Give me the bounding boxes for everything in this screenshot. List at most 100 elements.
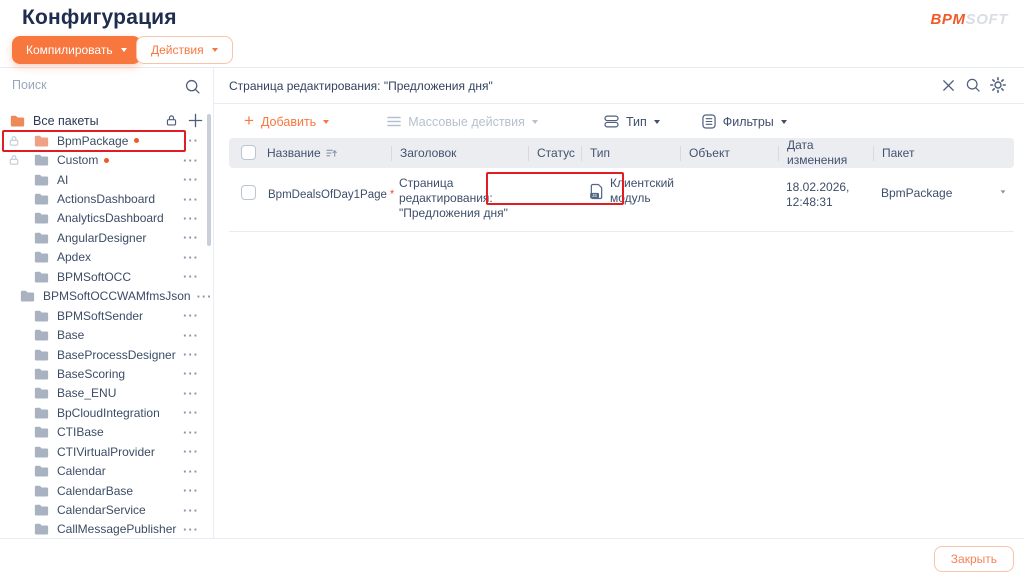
column-title[interactable]: Заголовок xyxy=(391,145,528,161)
package-row[interactable]: AnalyticsDashboard xyxy=(0,209,213,228)
package-row[interactable]: BPMSoftOCC xyxy=(0,267,213,286)
install-package-icon[interactable] xyxy=(165,114,178,127)
clear-filter-icon[interactable] xyxy=(941,77,956,93)
package-row[interactable]: CTIBase xyxy=(0,423,213,442)
package-row[interactable]: Custom xyxy=(0,150,213,169)
sidebar-scrollbar[interactable] xyxy=(207,114,211,246)
package-name: AngularDesigner xyxy=(57,230,147,245)
toolbar: + Добавить Массовые действия Тип Фильтры xyxy=(214,105,1024,138)
add-button[interactable]: + Добавить xyxy=(238,112,335,130)
package-name: BPMSoftOCCWAMfmsJson xyxy=(43,289,191,304)
type-filter-button[interactable]: Тип xyxy=(598,114,666,130)
folder-icon xyxy=(34,523,49,536)
column-modified-date[interactable]: Дата изменения xyxy=(778,138,873,167)
filters-button[interactable]: Фильтры xyxy=(696,113,793,130)
table-row[interactable]: BpmDealsOfDay1Page * Страница редактирова… xyxy=(229,168,1014,232)
package-menu-button[interactable] xyxy=(177,425,213,440)
package-menu-button[interactable] xyxy=(177,328,213,343)
package-menu-button[interactable] xyxy=(177,503,213,518)
package-menu-button[interactable] xyxy=(177,308,213,323)
package-row[interactable]: AI xyxy=(0,170,213,189)
package-row[interactable]: Calendar xyxy=(0,461,213,480)
cell-modified-date: 18.02.2026, 12:48:31 xyxy=(786,180,850,209)
folder-icon xyxy=(34,465,49,477)
column-package-label: Пакет xyxy=(882,145,915,160)
column-name-label: Название xyxy=(267,145,321,160)
actions-button-label: Действия xyxy=(151,43,204,57)
package-name: Custom xyxy=(57,153,99,168)
package-name: ActionsDashboard xyxy=(57,192,156,207)
packages-sidebar: Все пакеты BpmPackage Custom xyxy=(0,68,214,538)
package-menu-button[interactable] xyxy=(191,289,213,304)
cell-name[interactable]: BpmDealsOfDay1Page * xyxy=(259,176,394,202)
package-row[interactable]: BpmPackage xyxy=(0,131,213,150)
package-name: CalendarService xyxy=(57,503,146,518)
column-status-label: Статус xyxy=(537,145,575,160)
package-name: Calendar xyxy=(57,464,106,479)
actions-button[interactable]: Действия xyxy=(136,36,233,64)
package-row[interactable]: CalendarBase xyxy=(0,481,213,500)
modified-dot xyxy=(104,157,110,163)
type-value: Клиентский модуль xyxy=(610,176,675,205)
search-icon[interactable] xyxy=(965,77,981,93)
package-row[interactable]: CalendarService xyxy=(0,500,213,519)
package-menu-button[interactable] xyxy=(177,444,213,459)
package-name: BPMSoftOCC xyxy=(57,269,132,284)
package-name: BaseScoring xyxy=(57,366,126,381)
package-name: BaseProcessDesigner xyxy=(57,347,176,362)
package-menu-button[interactable] xyxy=(177,483,213,498)
row-checkbox[interactable] xyxy=(241,185,256,200)
svg-text:JS: JS xyxy=(592,193,597,198)
package-menu-button[interactable] xyxy=(177,250,213,265)
bulk-actions-label: Массовые действия xyxy=(408,114,525,129)
compile-button-label: Компилировать xyxy=(26,43,113,57)
gear-icon[interactable] xyxy=(990,77,1006,93)
page-header: Конфигурация Компилировать Действия BPMS… xyxy=(0,0,1024,68)
column-object[interactable]: Объект xyxy=(680,145,778,161)
package-name: BpCloudIntegration xyxy=(57,405,160,420)
add-package-button[interactable] xyxy=(188,113,203,128)
package-row[interactable]: BPMSoftOCCWAMfmsJson xyxy=(0,287,213,306)
package-row[interactable]: CallMessagePublisher xyxy=(0,520,213,538)
package-row[interactable]: CTIVirtualProvider xyxy=(0,442,213,461)
filters-button-label: Фильтры xyxy=(722,114,774,129)
bulk-actions-button: Массовые действия xyxy=(381,114,544,130)
package-row[interactable]: Apdex xyxy=(0,248,213,267)
package-menu-button[interactable] xyxy=(177,464,213,479)
cell-title: Страница редактирования: "Предложения дн… xyxy=(399,176,508,220)
package-row[interactable]: Base_ENU xyxy=(0,384,213,403)
column-status[interactable]: Статус xyxy=(528,145,581,161)
close-button[interactable]: Закрыть xyxy=(933,546,1014,572)
package-row[interactable]: BpCloudIntegration xyxy=(0,403,213,422)
package-row[interactable]: AngularDesigner xyxy=(0,228,213,247)
row-dropdown-icon[interactable] xyxy=(1000,190,1006,194)
chevron-down-icon xyxy=(211,48,218,52)
package-row[interactable]: ActionsDashboard xyxy=(0,189,213,208)
package-name: CallMessagePublisher xyxy=(57,522,177,537)
package-row[interactable]: BaseProcessDesigner xyxy=(0,345,213,364)
package-menu-button[interactable] xyxy=(177,366,213,381)
package-row[interactable]: Base xyxy=(0,325,213,344)
package-row[interactable]: BaseScoring xyxy=(0,364,213,383)
folder-icon xyxy=(34,212,49,225)
layers-icon xyxy=(604,115,619,128)
folder-icon xyxy=(34,271,49,283)
package-menu-button[interactable] xyxy=(177,347,213,362)
column-name[interactable]: Название xyxy=(259,146,391,161)
search-icon[interactable] xyxy=(184,78,201,95)
select-all-checkbox[interactable] xyxy=(241,144,256,160)
package-menu-button[interactable] xyxy=(177,522,213,537)
package-menu-button[interactable] xyxy=(177,269,213,284)
column-type-label: Тип xyxy=(590,145,611,160)
search-input[interactable] xyxy=(10,77,170,93)
items-table: Название Заголовок Статус Тип Объект Дат… xyxy=(229,138,1014,232)
package-row[interactable]: BPMSoftSender xyxy=(0,306,213,325)
package-menu-button[interactable] xyxy=(177,386,213,401)
compile-button[interactable]: Компилировать xyxy=(12,36,141,64)
chevron-down-icon xyxy=(323,119,330,124)
column-package[interactable]: Пакет xyxy=(873,145,1014,161)
modified-dot xyxy=(134,138,140,144)
all-packages-row[interactable]: Все пакеты xyxy=(0,109,213,132)
package-menu-button[interactable] xyxy=(177,405,213,420)
column-type[interactable]: Тип xyxy=(581,145,680,161)
